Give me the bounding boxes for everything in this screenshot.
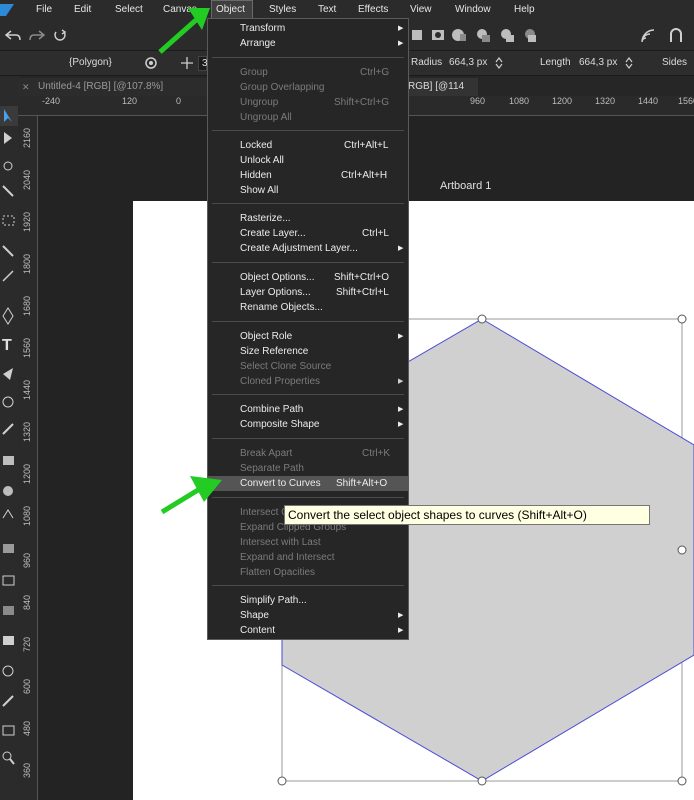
green-arrow-icon <box>158 8 210 54</box>
green-arrow-icon <box>160 476 222 515</box>
annotation-arrows <box>158 8 222 515</box>
